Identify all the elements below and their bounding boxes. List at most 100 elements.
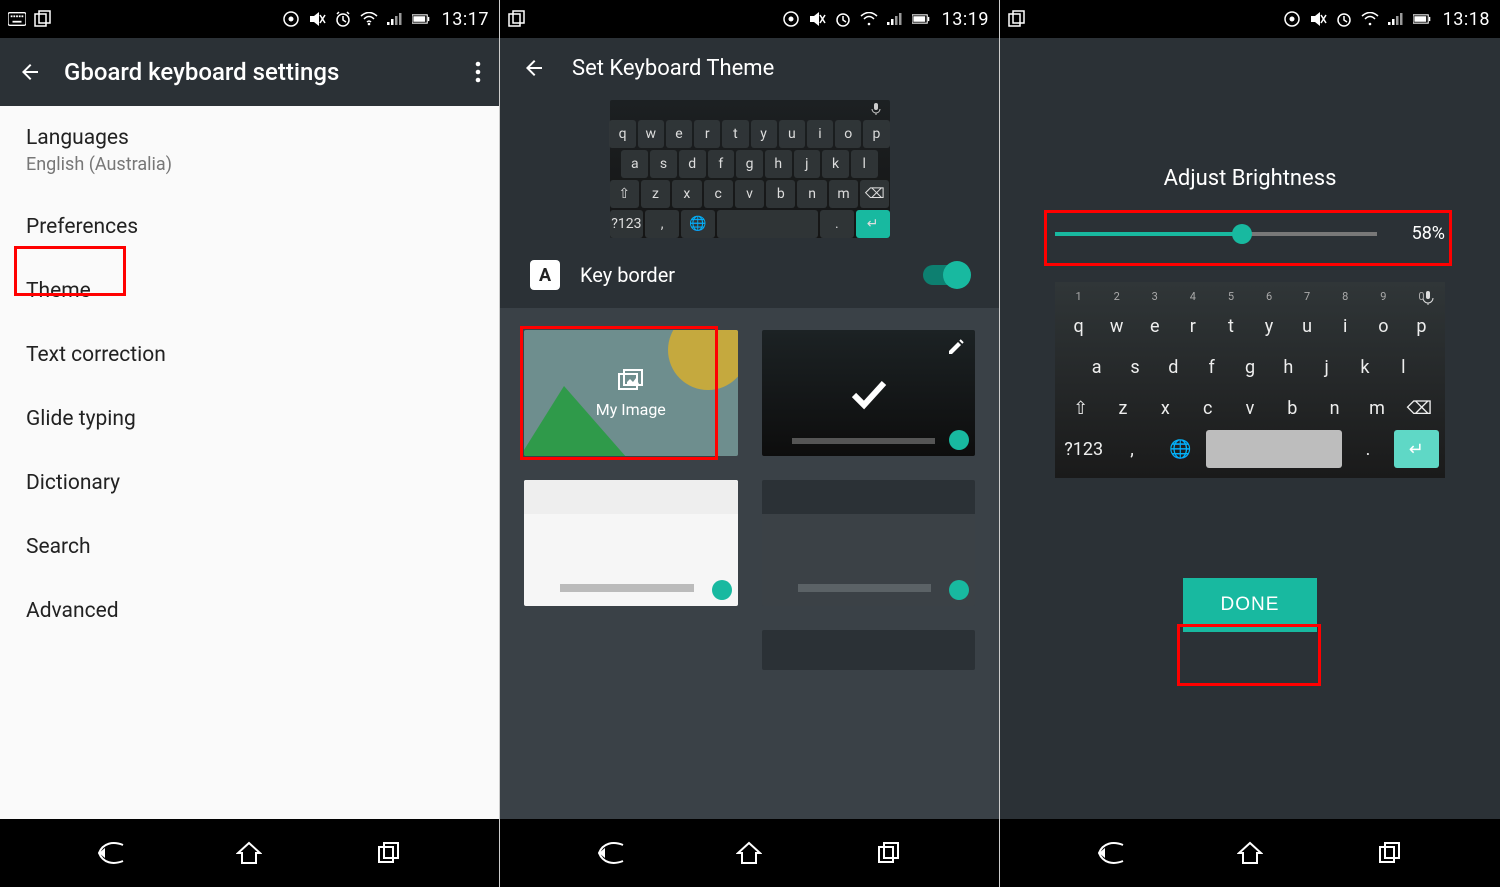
key-i: i <box>1328 307 1363 345</box>
key-w: w <box>638 120 664 148</box>
keyboard-icon <box>8 10 26 28</box>
overflow-menu-icon[interactable] <box>475 61 481 83</box>
key-y: y <box>751 120 777 148</box>
settings-header: Gboard keyboard settings <box>0 38 499 106</box>
back-arrow-icon[interactable] <box>18 60 42 84</box>
theme-tile-partial[interactable] <box>762 630 976 670</box>
key-r: r <box>694 120 720 148</box>
key-space <box>717 210 818 238</box>
key-o: o <box>835 120 861 148</box>
key-🌐: 🌐 <box>681 210 715 238</box>
key-x: x <box>672 180 701 208</box>
key-,: , <box>1109 430 1154 468</box>
key-f: f <box>708 150 735 178</box>
setting-languages[interactable]: Languages English (Australia) <box>0 106 499 195</box>
key-y: y <box>1252 307 1287 345</box>
screen-set-theme: 13:19 Set Keyboard Theme qwertyuiop asdf… <box>500 0 1000 887</box>
nav-back-icon[interactable] <box>592 835 628 871</box>
highlight-theme <box>14 246 126 296</box>
multiwindow-icon <box>508 10 526 28</box>
key-q: q <box>609 120 635 148</box>
theme-tile-photo[interactable] <box>762 330 976 456</box>
key-6: 6 <box>1252 288 1287 304</box>
key-n: n <box>1315 389 1354 427</box>
key-a: a <box>621 150 648 178</box>
nav-home-icon[interactable] <box>731 835 767 871</box>
key-c: c <box>1188 389 1227 427</box>
wifi-icon <box>1361 10 1379 28</box>
key-9: 9 <box>1366 288 1401 304</box>
nav-bar <box>500 819 999 887</box>
mute-icon <box>308 10 326 28</box>
back-arrow-icon[interactable] <box>522 56 546 80</box>
key-🌐: 🌐 <box>1158 430 1203 468</box>
key-⇧: ⇧ <box>1061 389 1100 427</box>
nav-back-icon[interactable] <box>92 835 128 871</box>
screen-gboard-settings: 13:17 Gboard keyboard settings Languages… <box>0 0 500 887</box>
key-i: i <box>807 120 833 148</box>
key-l: l <box>851 150 878 178</box>
nav-home-icon[interactable] <box>231 835 267 871</box>
key-w: w <box>1099 307 1134 345</box>
status-clock: 13:19 <box>942 9 989 30</box>
setting-text-correction[interactable]: Text correction <box>0 323 499 387</box>
key-border-toggle[interactable] <box>923 265 969 285</box>
key-q: q <box>1061 307 1096 345</box>
nav-recent-icon[interactable] <box>1372 835 1408 871</box>
alarm-icon <box>334 10 352 28</box>
key-z: z <box>641 180 670 208</box>
key-x: x <box>1146 389 1185 427</box>
status-bar: 13:17 <box>0 0 499 38</box>
key-r: r <box>1175 307 1210 345</box>
key-l: l <box>1386 348 1421 386</box>
key-7: 7 <box>1290 288 1325 304</box>
mute-icon <box>1309 10 1327 28</box>
key-border-label: Key border <box>580 263 675 287</box>
status-bar: 13:19 <box>500 0 999 38</box>
image-stack-icon <box>617 368 645 392</box>
theme-tile-light[interactable] <box>524 480 738 606</box>
theme-grid: My Image <box>500 308 999 819</box>
screen-adjust-brightness: 13:18 Adjust Brightness 58% 1234567890 q… <box>1000 0 1500 887</box>
key-2: 2 <box>1099 288 1134 304</box>
key-u: u <box>1290 307 1325 345</box>
setting-dictionary[interactable]: Dictionary <box>0 451 499 515</box>
nav-home-icon[interactable] <box>1232 835 1268 871</box>
setting-search[interactable]: Search <box>0 515 499 579</box>
key-⇧: ⇧ <box>610 180 639 208</box>
edit-icon[interactable] <box>947 338 965 356</box>
key-n: n <box>797 180 826 208</box>
key-border-icon: A <box>530 260 560 290</box>
key-.: . <box>1345 430 1390 468</box>
nav-back-icon[interactable] <box>1092 835 1128 871</box>
key-t: t <box>722 120 748 148</box>
key-⌫: ⌫ <box>1400 389 1439 427</box>
nav-recent-icon[interactable] <box>371 835 407 871</box>
setting-advanced[interactable]: Advanced <box>0 579 499 643</box>
key-s: s <box>1117 348 1152 386</box>
key-o: o <box>1366 307 1401 345</box>
key-d: d <box>679 150 706 178</box>
battery-icon <box>412 10 430 28</box>
key-e: e <box>666 120 692 148</box>
theme-tile-dark[interactable] <box>762 480 976 606</box>
mute-icon <box>808 10 826 28</box>
key-0: 0 <box>1404 288 1439 304</box>
key-space <box>1206 430 1342 468</box>
wifi-icon <box>860 10 878 28</box>
alarm-icon <box>834 10 852 28</box>
key-e: e <box>1137 307 1172 345</box>
key-v: v <box>735 180 764 208</box>
key-↵: ↵ <box>1394 430 1439 468</box>
sync-icon <box>782 10 800 28</box>
settings-list[interactable]: Languages English (Australia) Preference… <box>0 106 499 819</box>
highlight-my-image <box>520 326 718 460</box>
key-j: j <box>794 150 821 178</box>
key-m: m <box>829 180 858 208</box>
key-p: p <box>1404 307 1439 345</box>
key-t: t <box>1213 307 1248 345</box>
key-b: b <box>766 180 795 208</box>
setting-glide-typing[interactable]: Glide typing <box>0 387 499 451</box>
status-clock: 13:18 <box>1443 9 1490 30</box>
nav-recent-icon[interactable] <box>871 835 907 871</box>
